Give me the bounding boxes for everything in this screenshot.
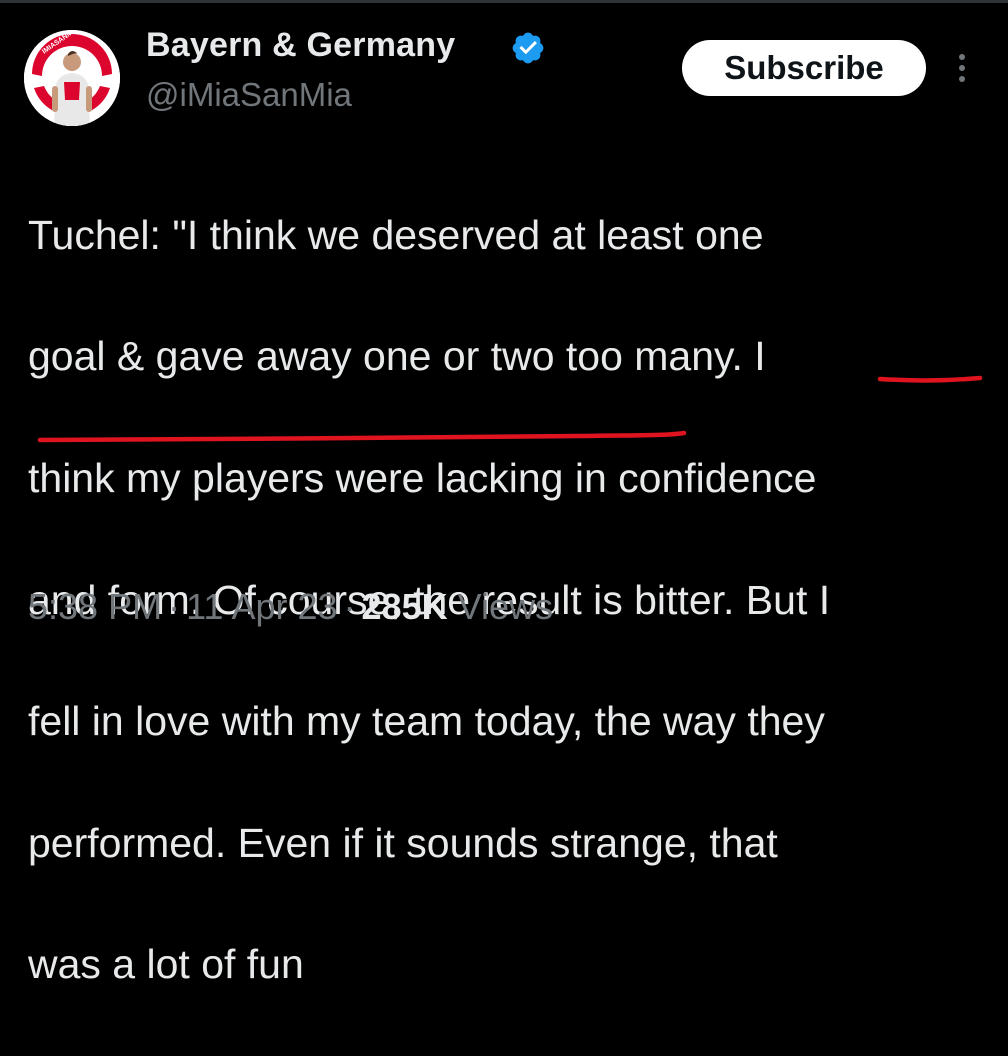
author-name[interactable]: Bayern & Germany bbox=[146, 26, 455, 65]
tweet-line: think my players were lacking in confide… bbox=[28, 454, 817, 501]
tweet-date[interactable]: 11 Apr 23 bbox=[186, 586, 337, 627]
tweet-line: fell in love with my team today, the way… bbox=[28, 698, 825, 745]
more-vertical-icon[interactable] bbox=[950, 50, 974, 86]
subscribe-button[interactable]: Subscribe bbox=[682, 40, 926, 96]
tweet-line: was a lot of fun bbox=[28, 941, 304, 988]
separator: · bbox=[343, 586, 356, 627]
views-count[interactable]: 285K bbox=[362, 586, 448, 627]
author-handle[interactable]: @iMiaSanMia bbox=[146, 76, 352, 114]
tweet-line: performed. Even if it sounds strange, th… bbox=[28, 819, 778, 866]
tweet-line: Tuchel: "I think we deserved at least on… bbox=[28, 211, 764, 258]
tweet-meta: 5:38 PM · 11 Apr 23 · 285K Views bbox=[28, 586, 553, 628]
avatar[interactable]: IMIASANMIA bbox=[24, 30, 120, 126]
verified-badge-icon bbox=[512, 32, 544, 64]
separator: · bbox=[168, 586, 181, 627]
views-label: Views bbox=[457, 586, 553, 627]
tweet-time[interactable]: 5:38 PM bbox=[28, 586, 162, 627]
tweet-line: goal & gave away one or two too many. I bbox=[28, 333, 766, 380]
top-divider bbox=[0, 0, 1008, 3]
avatar-image: IMIASANMIA bbox=[24, 30, 120, 126]
